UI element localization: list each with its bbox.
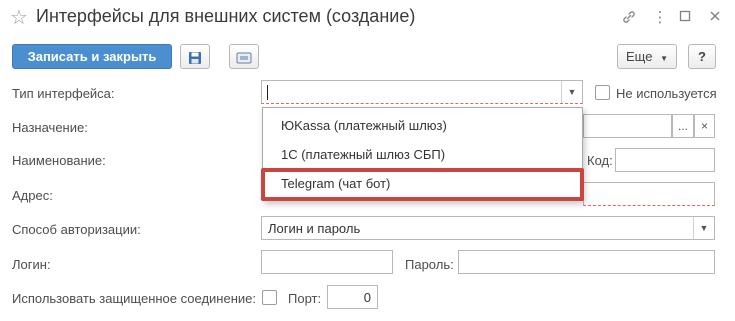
link-icon[interactable] xyxy=(620,9,638,27)
password-field[interactable] xyxy=(458,250,715,274)
interface-type-label: Тип интерфейса: xyxy=(12,86,115,101)
favorite-star-icon[interactable]: ☆ xyxy=(10,6,28,30)
window-title: Интерфейсы для внешних систем (создание) xyxy=(36,6,416,26)
purpose-select-button[interactable]: ... xyxy=(672,114,694,138)
floppy-disk-icon xyxy=(188,49,202,64)
code-field[interactable] xyxy=(615,148,715,172)
chevron-down-icon[interactable]: ▼ xyxy=(693,217,714,239)
save-and-close-button[interactable]: Записать и закрыть xyxy=(12,44,172,69)
address-field[interactable] xyxy=(583,182,715,206)
interface-type-field[interactable]: ▼ xyxy=(261,80,583,104)
login-field[interactable] xyxy=(261,250,393,274)
auth-method-label: Способ авторизации: xyxy=(12,222,141,237)
purpose-clear-button[interactable]: × xyxy=(694,114,715,138)
secure-connection-label: Использовать защищенное соединение: xyxy=(12,291,256,306)
register-icon xyxy=(236,49,252,64)
login-label: Логин: xyxy=(12,257,51,272)
not-used-label: Не используется xyxy=(616,86,717,101)
port-label: Порт: xyxy=(288,291,322,306)
purpose-label: Назначение: xyxy=(12,120,88,135)
save-button[interactable] xyxy=(180,44,210,69)
chevron-down-icon[interactable]: ▼ xyxy=(561,81,582,103)
password-label: Пароль: xyxy=(405,257,454,272)
highlight-box xyxy=(261,168,584,201)
help-button[interactable]: ? xyxy=(688,44,716,69)
not-used-checkbox[interactable] xyxy=(595,85,610,100)
port-field[interactable]: 0 xyxy=(327,285,378,309)
purpose-field[interactable] xyxy=(583,114,672,138)
chevron-down-icon: ▼ xyxy=(660,54,668,63)
more-button[interactable]: Еще ▼ xyxy=(617,44,677,69)
restore-icon[interactable] xyxy=(676,9,694,27)
auth-method-field[interactable]: Логин и пароль ▼ xyxy=(261,216,715,240)
more-actions-icon[interactable]: ⋮ xyxy=(651,9,669,27)
register-button[interactable] xyxy=(229,44,259,69)
address-label: Адрес: xyxy=(12,188,53,203)
auth-method-value: Логин и пароль xyxy=(268,221,361,236)
code-label: Код: xyxy=(587,153,613,168)
text-cursor xyxy=(267,85,268,100)
close-icon[interactable] xyxy=(706,9,724,27)
dropdown-item-1c-sbp[interactable]: 1С (платежный шлюз СБП) xyxy=(263,140,582,170)
secure-connection-checkbox[interactable] xyxy=(262,290,277,305)
name-label: Наименование: xyxy=(12,153,106,168)
port-value: 0 xyxy=(363,290,371,305)
more-button-label: Еще xyxy=(626,49,653,64)
dropdown-item-yookassa[interactable]: ЮKassa (платежный шлюз) xyxy=(263,111,582,141)
